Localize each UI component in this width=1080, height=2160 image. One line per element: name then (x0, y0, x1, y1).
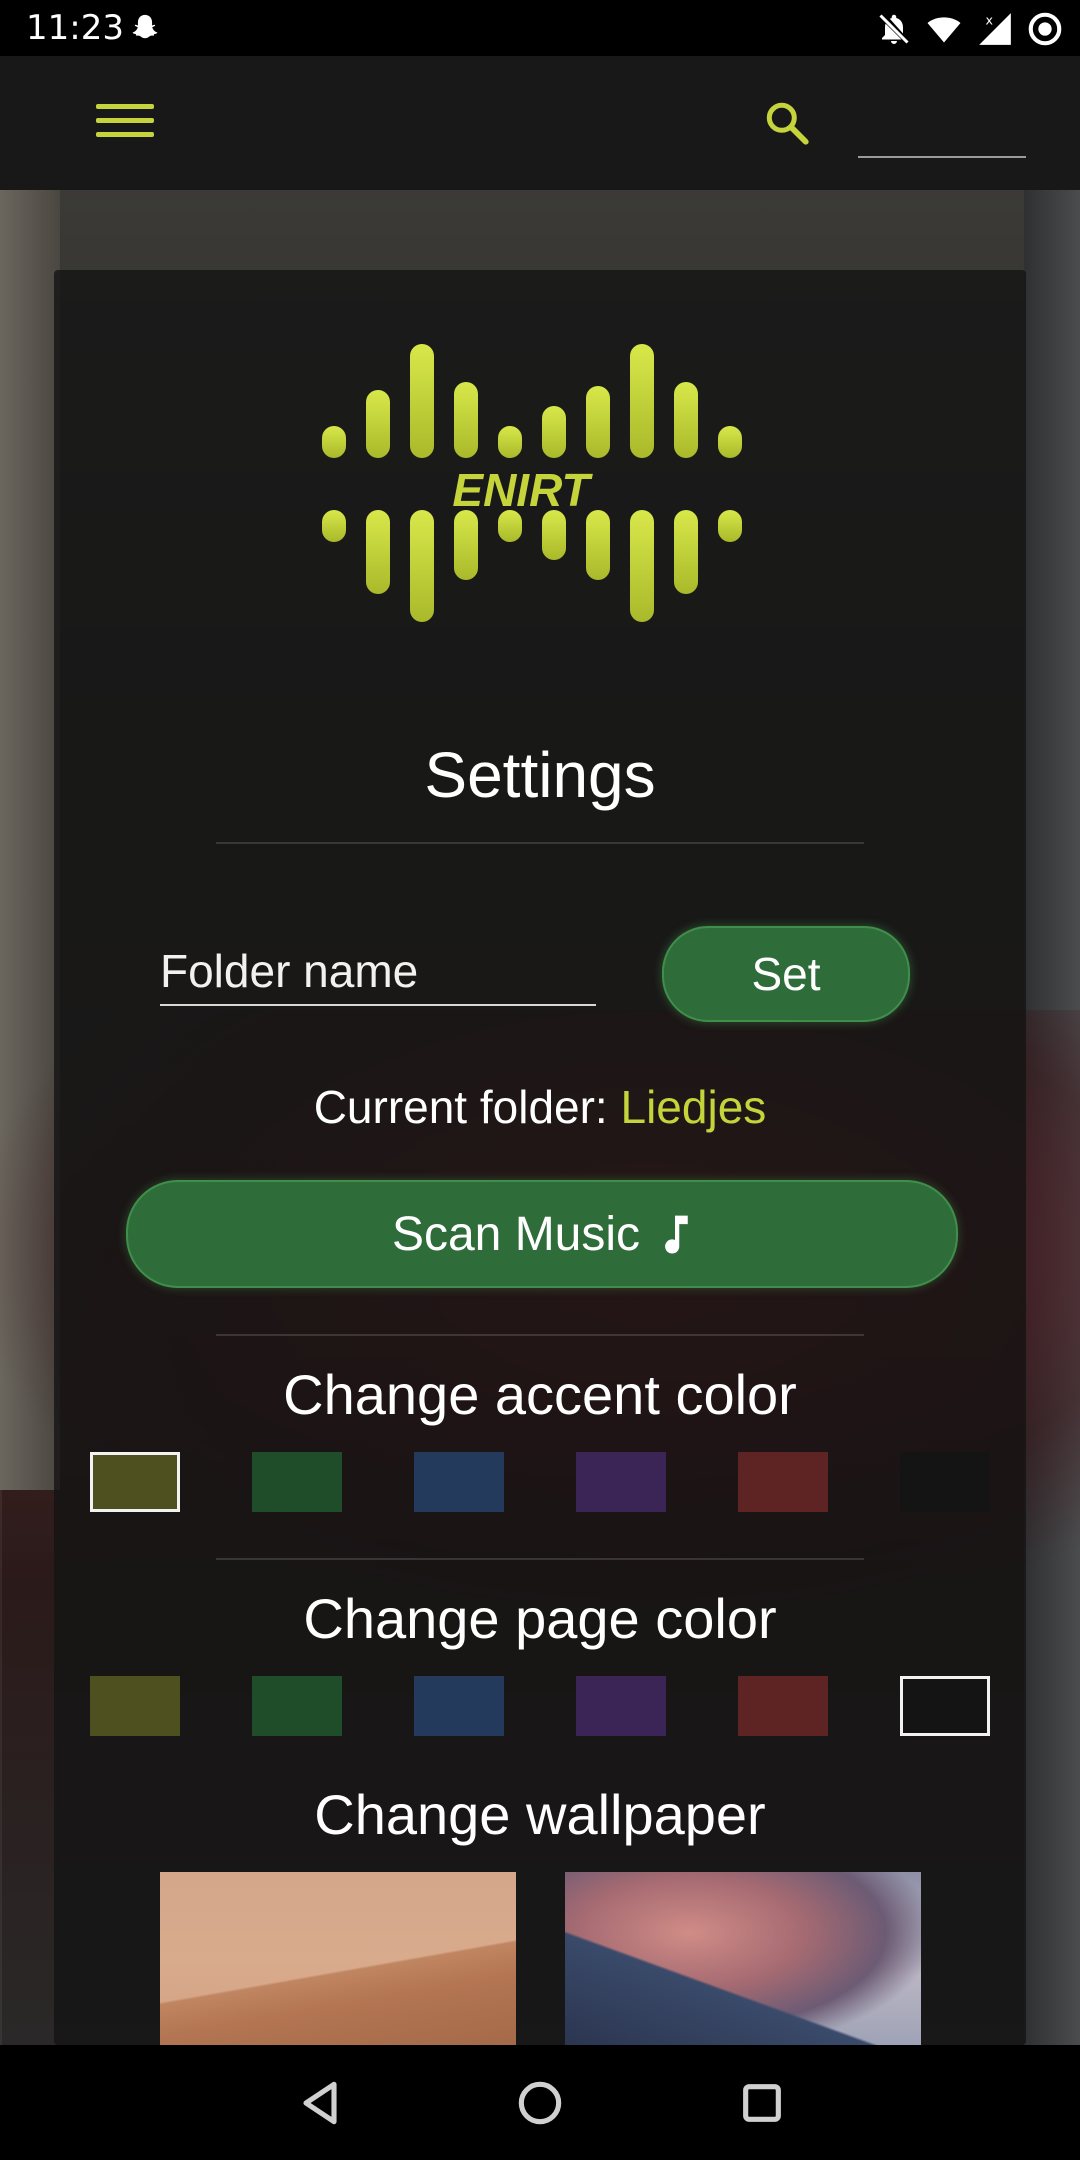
wifi-icon (927, 17, 961, 43)
logo-text: ENIRT (452, 464, 593, 516)
accent-swatch-red[interactable] (738, 1452, 828, 1512)
divider (216, 1334, 864, 1336)
accent-swatch-olive[interactable] (90, 1452, 180, 1512)
accent-swatch-blue[interactable] (414, 1452, 504, 1512)
current-folder-value: Liedjes (620, 1081, 767, 1133)
page-swatch-blue[interactable] (414, 1676, 504, 1736)
back-icon[interactable] (292, 2075, 348, 2131)
page-swatch-olive[interactable] (90, 1676, 180, 1736)
page-swatch-purple[interactable] (576, 1676, 666, 1736)
cellular-x-icon: x (979, 12, 1011, 45)
accent-swatch-green[interactable] (252, 1452, 342, 1512)
scan-music-label: Scan Music (391, 1207, 641, 1261)
notifications-off-icon (879, 14, 909, 44)
accent-swatch-purple[interactable] (576, 1452, 666, 1512)
snapchat-icon (132, 14, 158, 39)
page-color-swatches (90, 1676, 990, 1736)
page-title: Settings (424, 739, 656, 811)
divider (216, 1558, 864, 1560)
wallpaper-thumbnail-desert[interactable] (160, 1872, 516, 2046)
scan-music-button[interactable]: Scan Music (126, 1180, 958, 1288)
folder-name-input[interactable] (160, 938, 596, 1006)
page-swatch-green[interactable] (252, 1676, 342, 1736)
hamburger-menu-icon[interactable] (96, 104, 154, 144)
data-saver-icon (1028, 12, 1062, 46)
wallpaper-title: Change wallpaper (314, 1783, 766, 1846)
navigation-bar (0, 2045, 1080, 2160)
accent-color-swatches (90, 1452, 990, 1512)
svg-text:x: x (986, 12, 994, 27)
search-icon[interactable] (762, 98, 812, 148)
status-time: 11:23 (26, 8, 124, 48)
home-icon[interactable] (512, 2075, 568, 2131)
status-bar: 11:23 x (0, 0, 1080, 56)
music-note-icon (665, 1215, 688, 1254)
app-logo: ENIRT (322, 344, 742, 622)
accent-swatch-black[interactable] (900, 1452, 990, 1512)
page-color-title: Change page color (303, 1587, 777, 1650)
divider (216, 842, 864, 844)
accent-color-title: Change accent color (283, 1363, 797, 1426)
set-folder-button[interactable]: Set (662, 926, 910, 1022)
status-icons: x (876, 10, 1064, 48)
page-swatch-red[interactable] (738, 1676, 828, 1736)
wallpaper-thumbnail-mountain[interactable] (565, 1872, 921, 2046)
app-toolbar (0, 56, 1080, 190)
search-field[interactable] (858, 156, 1026, 158)
recents-icon[interactable] (734, 2075, 790, 2131)
current-folder-text: Current folder: Liedjes (0, 1080, 1080, 1134)
page-swatch-black[interactable] (900, 1676, 990, 1736)
current-folder-label: Current folder: (313, 1081, 608, 1133)
